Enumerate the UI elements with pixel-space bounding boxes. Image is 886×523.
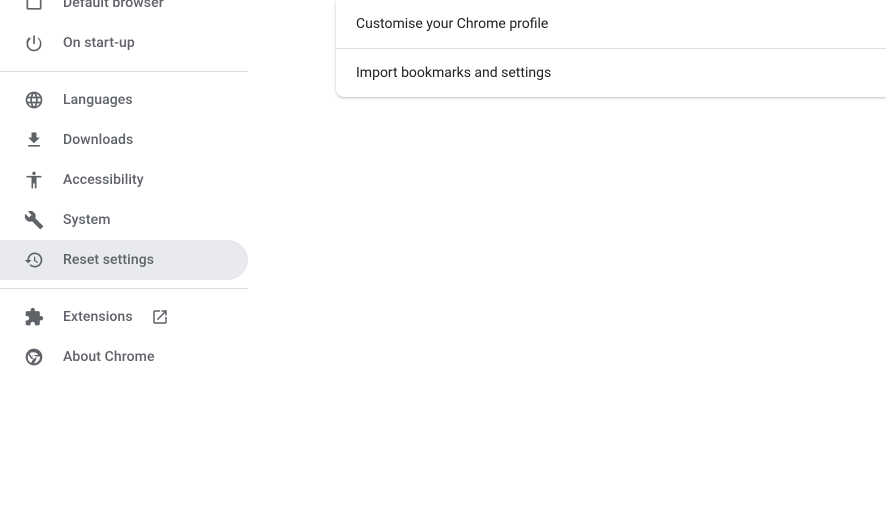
sidebar-item-label: Languages bbox=[63, 92, 133, 108]
sidebar-item-about-chrome[interactable]: About Chrome bbox=[0, 337, 248, 377]
card-row-label: Customise your Chrome profile bbox=[356, 16, 548, 32]
sidebar: Default browser On start-up Languages Do… bbox=[0, 0, 248, 523]
sidebar-item-downloads[interactable]: Downloads bbox=[0, 120, 248, 160]
sidebar-item-default-browser[interactable]: Default browser bbox=[0, 0, 248, 23]
sidebar-item-label: Reset settings bbox=[63, 252, 154, 268]
globe-icon bbox=[24, 90, 44, 110]
settings-card: Customise your Chrome profile Import boo… bbox=[336, 0, 886, 97]
open-in-new-icon bbox=[151, 308, 169, 326]
sidebar-item-label: Downloads bbox=[63, 132, 133, 148]
wrench-icon bbox=[24, 210, 44, 230]
power-icon bbox=[24, 33, 44, 53]
download-icon bbox=[24, 130, 44, 150]
sidebar-item-label: Extensions bbox=[63, 309, 133, 325]
accessibility-icon bbox=[24, 170, 44, 190]
sidebar-item-reset-settings[interactable]: Reset settings bbox=[0, 240, 248, 280]
chrome-icon bbox=[24, 347, 44, 367]
sidebar-item-label: System bbox=[63, 212, 111, 228]
sidebar-item-label: On start-up bbox=[63, 35, 135, 51]
browser-window-icon bbox=[24, 0, 44, 13]
sidebar-item-on-startup[interactable]: On start-up bbox=[0, 23, 248, 63]
restore-icon bbox=[24, 250, 44, 270]
sidebar-item-extensions[interactable]: Extensions bbox=[0, 297, 248, 337]
sidebar-item-label: About Chrome bbox=[63, 349, 155, 365]
main-content: Customise your Chrome profile Import boo… bbox=[248, 0, 886, 523]
card-row-label: Import bookmarks and settings bbox=[356, 65, 551, 81]
sidebar-item-languages[interactable]: Languages bbox=[0, 80, 248, 120]
divider bbox=[0, 71, 248, 72]
sidebar-item-label: Accessibility bbox=[63, 172, 144, 188]
sidebar-item-accessibility[interactable]: Accessibility bbox=[0, 160, 248, 200]
card-row-import-bookmarks[interactable]: Import bookmarks and settings bbox=[336, 49, 886, 97]
divider bbox=[0, 288, 248, 289]
sidebar-item-system[interactable]: System bbox=[0, 200, 248, 240]
card-row-customise-profile[interactable]: Customise your Chrome profile bbox=[336, 0, 886, 48]
extension-icon bbox=[24, 307, 44, 327]
sidebar-item-label: Default browser bbox=[63, 0, 164, 11]
